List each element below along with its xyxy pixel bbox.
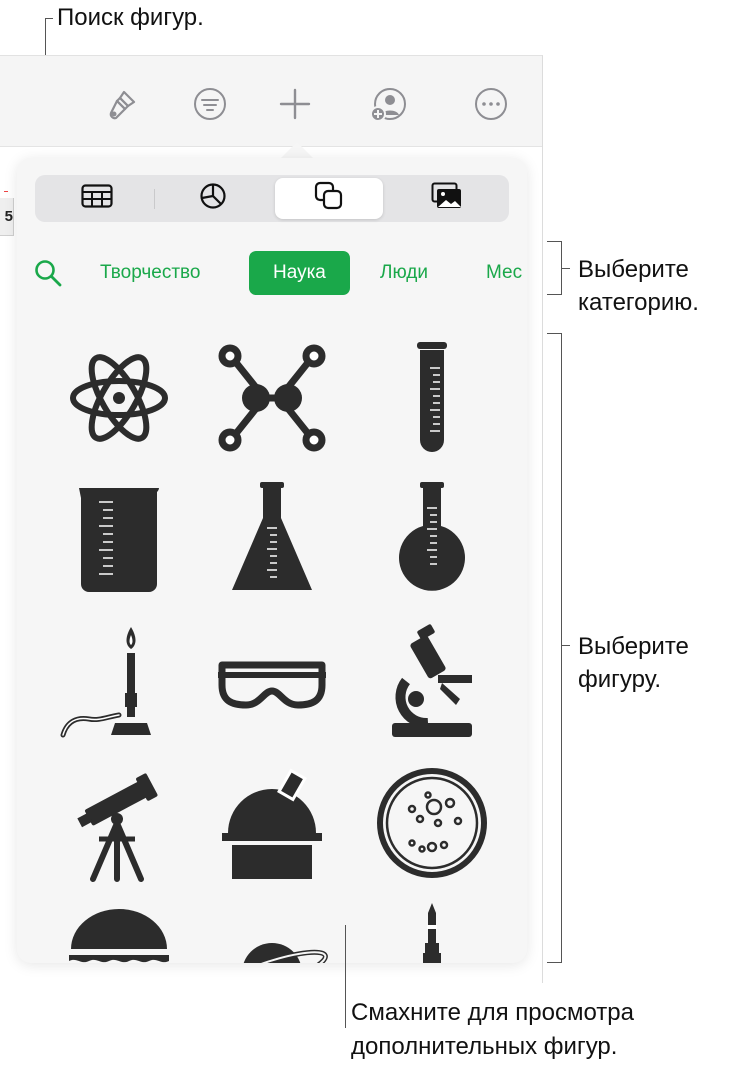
row-header: 5 [0, 198, 14, 236]
category-creativity[interactable]: Творчество [100, 250, 200, 296]
callout-category-pointer [562, 268, 570, 269]
shape-grid[interactable] [17, 338, 527, 963]
tab-chart[interactable] [159, 178, 267, 219]
planet-icon[interactable] [212, 903, 332, 963]
beaker-icon[interactable] [59, 478, 179, 598]
callout-shape-label-1: Выберите [578, 633, 689, 660]
callout-swipe-label-2: дополнительных фигур. [351, 1033, 618, 1060]
half-dome-icon[interactable] [59, 903, 179, 963]
callout-swipe-line [345, 925, 346, 1028]
safety-goggles-icon[interactable] [212, 623, 332, 743]
plus-icon[interactable] [275, 84, 315, 124]
observatory-icon[interactable] [212, 763, 332, 883]
shapes-icon [314, 181, 344, 216]
category-places[interactable]: Мес [486, 250, 522, 296]
callout-shape-label-2: фигуру. [578, 666, 661, 693]
shapes-popover: Творчество Наука Люди Мес [17, 158, 527, 963]
callout-category-bracket-top [547, 241, 562, 242]
popover-arrow [280, 142, 314, 159]
callout-shape-pointer [562, 645, 570, 646]
atom-icon[interactable] [59, 338, 179, 458]
microscope-icon[interactable] [372, 623, 492, 743]
callout-shape-bracket-top [547, 333, 562, 334]
callout-category-label-1: Выберите [578, 256, 689, 283]
petri-dish-icon[interactable] [372, 763, 492, 883]
more-icon[interactable] [471, 84, 511, 124]
paintbrush-icon[interactable] [102, 84, 142, 124]
telescope-icon[interactable] [59, 763, 179, 883]
chart-icon [199, 182, 227, 215]
search-icon[interactable] [33, 258, 63, 288]
molecule-icon[interactable] [212, 338, 332, 458]
category-bar: Творчество Наука Люди Мес [17, 250, 527, 296]
add-collaborator-icon[interactable] [368, 84, 408, 124]
category-science[interactable]: Наука [249, 251, 350, 295]
media-icon [431, 182, 463, 215]
callout-search-tick [45, 18, 53, 19]
table-icon [81, 184, 113, 213]
callout-swipe-label-1: Смахните для просмотра [351, 999, 634, 1026]
tab-table[interactable] [43, 178, 151, 219]
filter-icon[interactable] [190, 84, 230, 124]
tab-shapes[interactable] [275, 178, 383, 219]
callout-category-label-2: категорию. [578, 289, 699, 316]
callout-search-label: Поиск фигур. [57, 4, 204, 31]
rocket-icon[interactable] [372, 903, 492, 963]
callout-shape-bracket [561, 333, 562, 963]
round-flask-icon[interactable] [372, 478, 492, 598]
callout-category-bracket-bottom [547, 294, 562, 295]
tab-divider [154, 189, 155, 209]
callout-shape-bracket-bottom [547, 962, 562, 963]
tab-media[interactable] [393, 178, 501, 219]
erlenmeyer-flask-icon[interactable] [212, 478, 332, 598]
insert-type-tabs [35, 175, 509, 222]
test-tube-icon[interactable] [372, 338, 492, 458]
bunsen-burner-icon[interactable] [59, 623, 179, 743]
category-people[interactable]: Люди [380, 250, 428, 296]
toolbar [0, 56, 542, 146]
cursor-marker [4, 191, 8, 192]
